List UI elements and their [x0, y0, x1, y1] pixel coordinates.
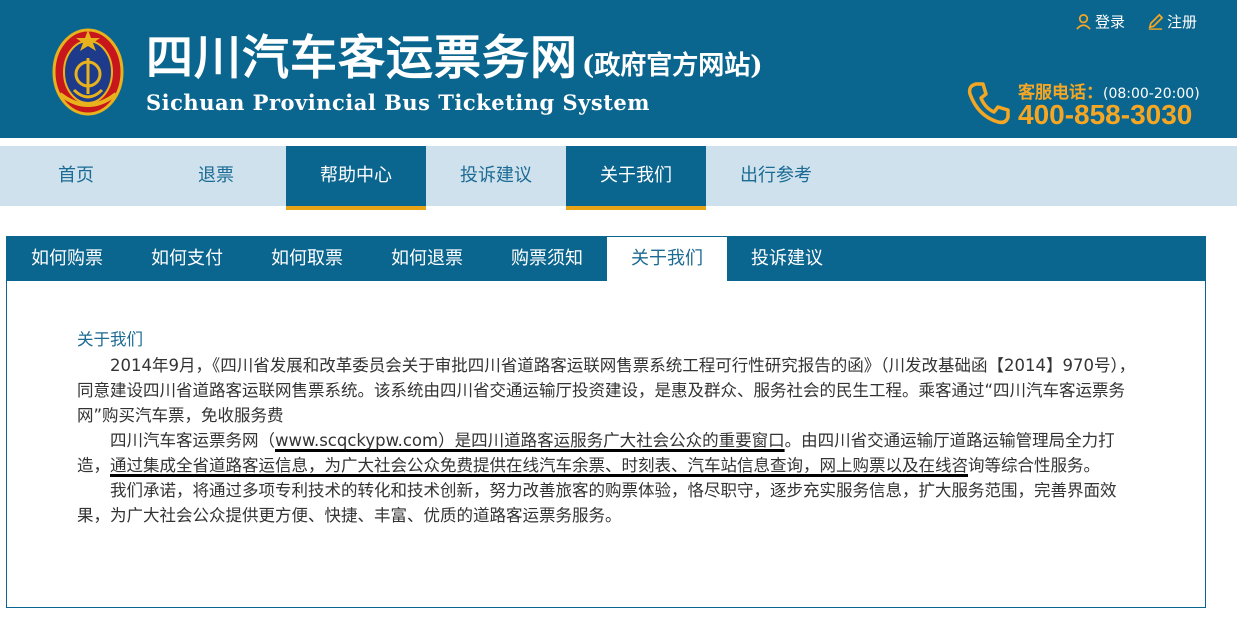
- register-link[interactable]: 注册: [1147, 11, 1197, 32]
- main-nav: 首页 退票 帮助中心 投诉建议 关于我们 出行参考: [0, 146, 1237, 210]
- login-link[interactable]: 登录: [1075, 11, 1125, 32]
- article-heading: 关于我们: [77, 330, 143, 349]
- tab-complaints[interactable]: 投诉建议: [727, 237, 847, 281]
- tab-about-us[interactable]: 关于我们: [607, 237, 727, 281]
- tab-how-to-refund[interactable]: 如何退票: [367, 237, 487, 281]
- user-links: 登录 注册: [1075, 11, 1197, 32]
- help-tabs: 如何购票 如何支付 如何取票 如何退票 购票须知 关于我们 投诉建议: [7, 237, 1205, 281]
- login-label: 登录: [1094, 13, 1125, 31]
- national-emblem-icon: [52, 28, 124, 116]
- tab-purchase-notice[interactable]: 购票须知: [487, 237, 607, 281]
- nav-item-help-center[interactable]: 帮助中心: [286, 146, 426, 210]
- nav-item-complaints[interactable]: 投诉建议: [426, 146, 566, 206]
- hotline-number: 400-858-3030: [1018, 99, 1193, 130]
- article-paragraph-2: 四川汽车客运票务网（www.scqckypw.com）是四川道路客运服务广大社会…: [77, 431, 1115, 475]
- register-label: 注册: [1166, 13, 1197, 31]
- site-title: 四川汽车客运票务网 (政府官方网站): [146, 31, 763, 86]
- hotline: 客服电话：(08:00-20:00) 400-858-3030: [966, 78, 1216, 134]
- site-title-english: Sichuan Provincial Bus Ticketing System: [146, 90, 650, 115]
- article-paragraph-1: 2014年9月，《四川省发展和改革委员会关于审批四川省道路客运联网售票系统工程可…: [77, 356, 1136, 425]
- tab-how-to-buy[interactable]: 如何购票: [7, 237, 127, 281]
- underlined-service-list: 通过集成全省道路客运信息，为广大社会公众免费提供在线汽车余票、时刻表、汽车站信息…: [110, 456, 968, 475]
- user-icon: [1076, 14, 1091, 30]
- phone-icon: [967, 82, 1010, 125]
- site-header: 四川汽车客运票务网 (政府官方网站) Sichuan Provincial Bus…: [0, 0, 1237, 138]
- help-content-panel: 如何购票 如何支付 如何取票 如何退票 购票须知 关于我们 投诉建议 关于我们 …: [6, 236, 1206, 608]
- about-article: 关于我们 2014年9月，《四川省发展和改革委员会关于审批四川省道路客运联网售票…: [77, 327, 1137, 528]
- article-paragraph-3: 我们承诺，将通过多项专利技术的转化和技术创新，努力改善旅客的购票体验，恪尽职守，…: [77, 481, 1117, 525]
- nav-item-refund[interactable]: 退票: [146, 146, 286, 206]
- pencil-icon: [1148, 13, 1164, 30]
- tab-how-to-collect[interactable]: 如何取票: [247, 237, 367, 281]
- tab-how-to-pay[interactable]: 如何支付: [127, 237, 247, 281]
- underlined-site-intro: www.scqckypw.com）是四川道路客运服务广大社会公众的重要窗口: [275, 431, 785, 450]
- nav-item-travel-reference[interactable]: 出行参考: [706, 146, 846, 206]
- nav-item-home[interactable]: 首页: [6, 146, 146, 206]
- site-title-suffix: (政府官方网站): [582, 51, 763, 81]
- nav-item-about-us[interactable]: 关于我们: [566, 146, 706, 210]
